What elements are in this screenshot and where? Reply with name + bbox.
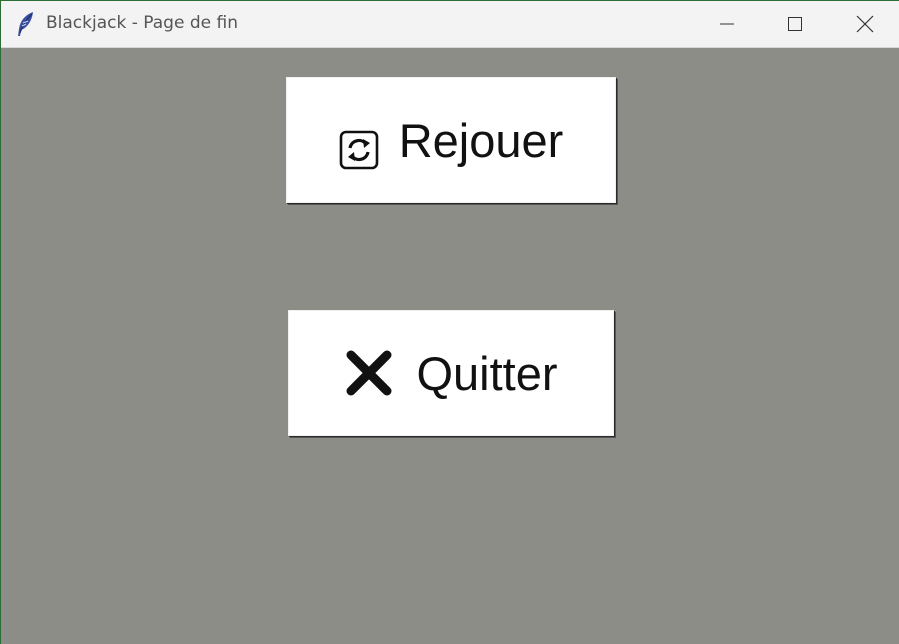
title-bar[interactable]: Blackjack - Page de fin xyxy=(1,1,899,48)
maximize-icon xyxy=(788,17,802,31)
minimize-button[interactable] xyxy=(693,1,761,47)
close-icon xyxy=(856,15,874,33)
x-icon xyxy=(346,350,392,396)
feather-icon xyxy=(18,12,33,36)
quit-label: Quitter xyxy=(416,346,558,400)
replay-label: Rejouer xyxy=(398,113,564,167)
minimize-icon xyxy=(720,23,734,25)
refresh-icon xyxy=(339,130,379,170)
quit-button[interactable]: Quitter xyxy=(288,310,614,436)
maximize-button[interactable] xyxy=(761,1,829,47)
replay-button[interactable]: Rejouer xyxy=(286,77,616,203)
app-window: Blackjack - Page de fin Rejouer Quitter xyxy=(0,0,899,644)
window-title: Blackjack - Page de fin xyxy=(46,13,238,33)
close-button[interactable] xyxy=(831,1,899,47)
